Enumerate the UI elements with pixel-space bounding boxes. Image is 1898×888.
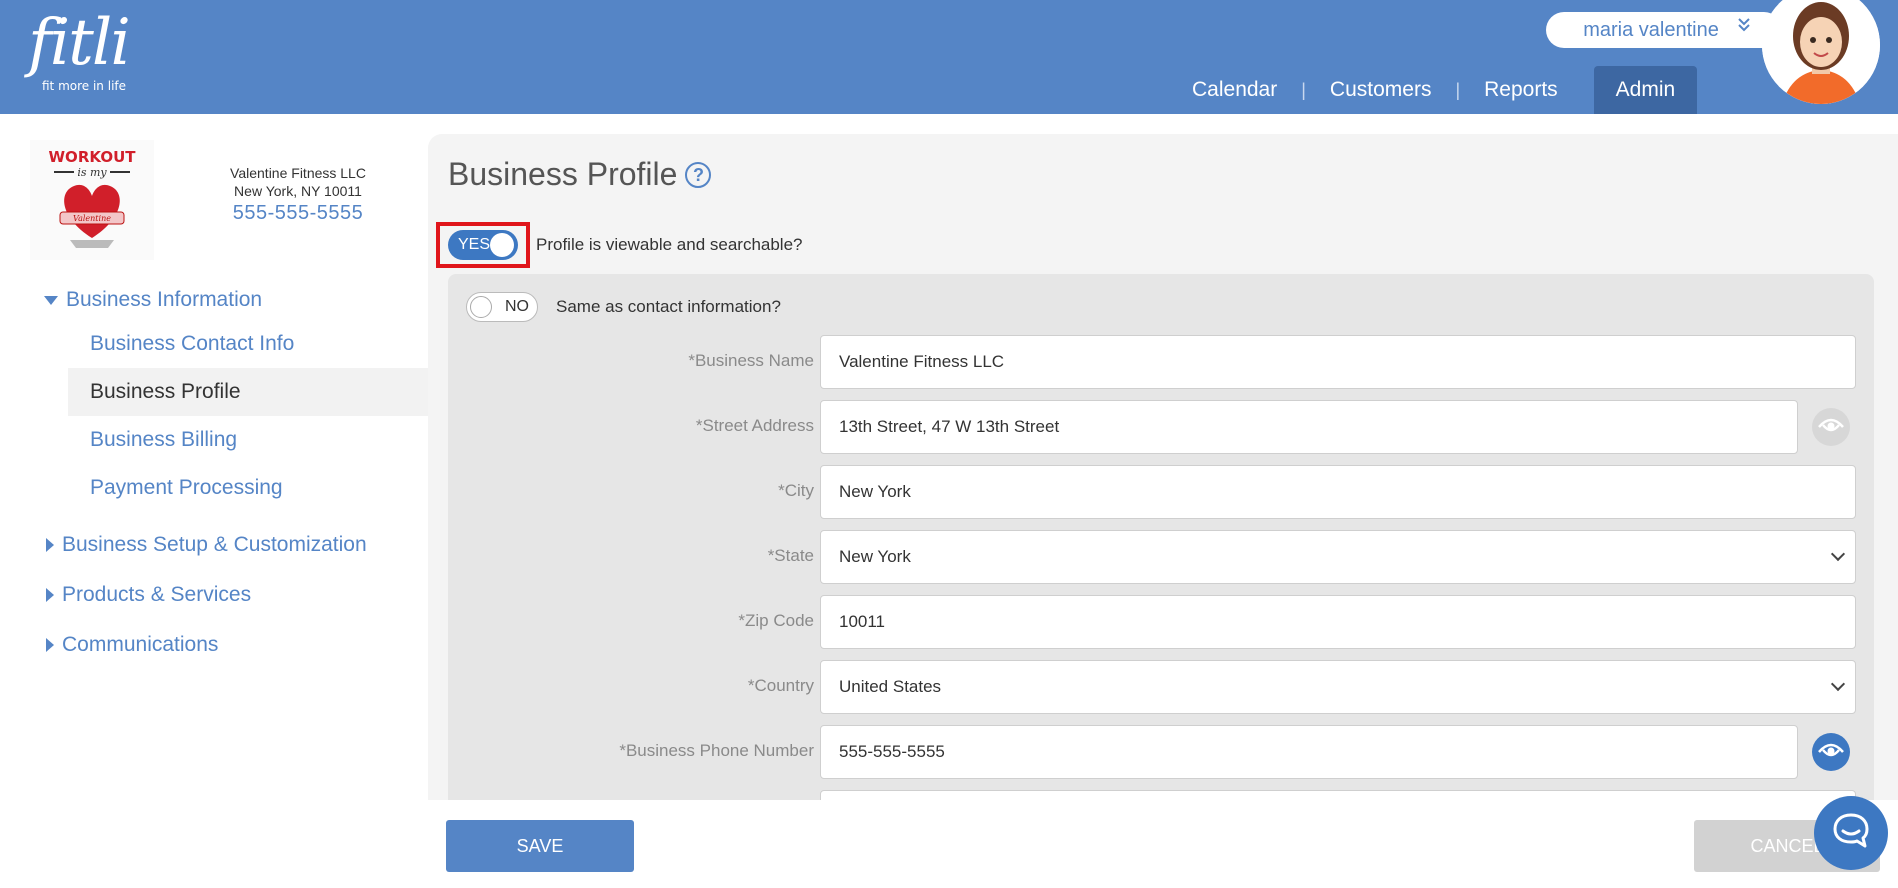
help-icon[interactable]: ? — [685, 161, 712, 188]
zip-row: *Zip Code 10011 — [448, 595, 1874, 649]
caret-down-icon — [44, 295, 58, 305]
toggle-knob — [470, 296, 492, 318]
street-address-row: *Street Address 13th Street, 47 W 13th S… — [448, 400, 1874, 454]
business-summary: Valentine Fitness LLC New York, NY 10011… — [190, 164, 406, 223]
sidebar-item-business-contact-info[interactable]: Business Contact Info — [0, 320, 428, 368]
caret-right-icon — [46, 588, 54, 602]
business-name-row: *Business Name Valentine Fitness LLC — [448, 335, 1874, 389]
logo-wordmark: fitli — [28, 6, 131, 80]
sidebar-group-label: Business Setup & Customization — [62, 533, 367, 556]
sidebar-group-label: Business Information — [66, 288, 263, 311]
business-phone[interactable]: 555-555-5555 — [190, 203, 406, 223]
country-row: *Country United States — [448, 660, 1874, 714]
toggle-state-label: NO — [505, 298, 529, 315]
business-phone-row: *Business Phone Number 555-555-5555 — [448, 725, 1874, 779]
sidebar-group-products-services[interactable]: Products & Services — [44, 574, 428, 616]
save-button[interactable]: SAVE — [446, 820, 634, 872]
sidebar-group-communications[interactable]: Communications — [44, 624, 428, 666]
business-phone-visibility-toggle[interactable] — [1812, 733, 1850, 771]
zip-field[interactable]: 10011 — [820, 595, 1856, 649]
toggle-knob — [490, 233, 514, 257]
sidebar-group-label: Products & Services — [62, 583, 252, 606]
page-title: Business Profile ? — [448, 156, 712, 193]
page-title-text: Business Profile — [448, 156, 678, 192]
city-label: *City — [778, 481, 814, 500]
same-contact-row: NO Same as contact information? — [466, 292, 781, 322]
profile-visible-label: Profile is viewable and searchable? — [536, 235, 803, 254]
user-name: maria valentine — [1583, 18, 1719, 41]
zip-label: *Zip Code — [738, 611, 814, 630]
eye-icon — [1817, 740, 1845, 765]
business-name-label: *Business Name — [688, 351, 814, 370]
street-address-visibility-toggle[interactable] — [1812, 408, 1850, 446]
sidebar-item-business-billing[interactable]: Business Billing — [0, 416, 428, 464]
chevron-down-icon — [1830, 546, 1846, 562]
country-label: *Country — [747, 676, 814, 695]
admin-sidebar: Business Information Business Contact In… — [0, 282, 428, 666]
logo-text-is-my: is my — [77, 166, 107, 179]
sidebar-group-business-setup[interactable]: Business Setup & Customization — [44, 524, 428, 566]
state-row: *State New York — [448, 530, 1874, 584]
state-selected-value: New York — [839, 547, 911, 566]
logo-text-valentine: Valentine — [73, 214, 111, 223]
top-header: fitli fit more in life maria valentine C… — [0, 0, 1898, 114]
caret-right-icon — [46, 638, 54, 652]
country-select[interactable]: United States — [820, 660, 1856, 714]
nav-reports[interactable]: Reports — [1460, 66, 1582, 114]
profile-visible-toggle[interactable]: YES — [448, 230, 518, 260]
business-name-field[interactable]: Valentine Fitness LLC — [820, 335, 1856, 389]
caret-right-icon — [46, 538, 54, 552]
country-selected-value: United States — [839, 677, 942, 696]
sidebar-item-payment-processing[interactable]: Payment Processing — [0, 464, 428, 512]
business-phone-field[interactable]: 555-555-5555 — [820, 725, 1798, 779]
next-field[interactable] — [820, 790, 1856, 800]
profile-visibility-row: YES Profile is viewable and searchable? — [436, 222, 803, 268]
sidebar-item-business-profile[interactable]: Business Profile — [68, 368, 428, 416]
city-row: *City New York — [448, 465, 1874, 519]
nav-admin[interactable]: Admin — [1593, 66, 1698, 114]
street-address-label: *Street Address — [695, 416, 814, 435]
business-logo: WORKOUT is my Valentine — [30, 140, 154, 260]
same-as-contact-label: Same as contact information? — [556, 297, 781, 316]
user-menu-button[interactable]: maria valentine — [1546, 12, 1782, 48]
form-footer: SAVE CANCEL — [428, 800, 1898, 888]
street-address-field[interactable]: 13th Street, 47 W 13th Street — [820, 400, 1798, 454]
same-as-contact-toggle[interactable]: NO — [466, 292, 538, 322]
highlight-box: YES — [436, 222, 530, 268]
sidebar-group-business-information[interactable]: Business Information — [44, 282, 428, 318]
logo-tagline: fit more in life — [42, 79, 127, 93]
business-name: Valentine Fitness LLC — [230, 165, 366, 181]
chevron-down-icon — [1830, 676, 1846, 692]
nav-customers[interactable]: Customers — [1306, 66, 1456, 114]
main-nav: Calendar | Customers | Reports Admin — [1168, 66, 1698, 114]
city-field[interactable]: New York — [820, 465, 1856, 519]
fitli-logo[interactable]: fitli fit more in life — [18, 6, 131, 98]
user-avatar[interactable] — [1762, 0, 1880, 104]
chat-support-button[interactable] — [1814, 796, 1888, 870]
logo-text-workout: WORKOUT — [49, 148, 137, 166]
sidebar-group-label: Communications — [62, 633, 219, 656]
state-select[interactable]: New York — [820, 530, 1856, 584]
profile-form-panel: NO Same as contact information? *Busines… — [448, 274, 1874, 800]
eye-icon — [1817, 415, 1845, 440]
chat-icon — [1831, 811, 1871, 856]
main-content: Business Profile ? YES Profile is viewab… — [428, 134, 1898, 800]
chevron-down-icon — [1738, 18, 1750, 32]
state-label: *State — [767, 546, 814, 565]
nav-calendar[interactable]: Calendar — [1168, 66, 1301, 114]
business-location: New York, NY 10011 — [234, 183, 362, 199]
business-phone-label: *Business Phone Number — [619, 741, 814, 760]
toggle-state-label: YES — [458, 236, 491, 253]
next-field-row — [448, 790, 1874, 800]
